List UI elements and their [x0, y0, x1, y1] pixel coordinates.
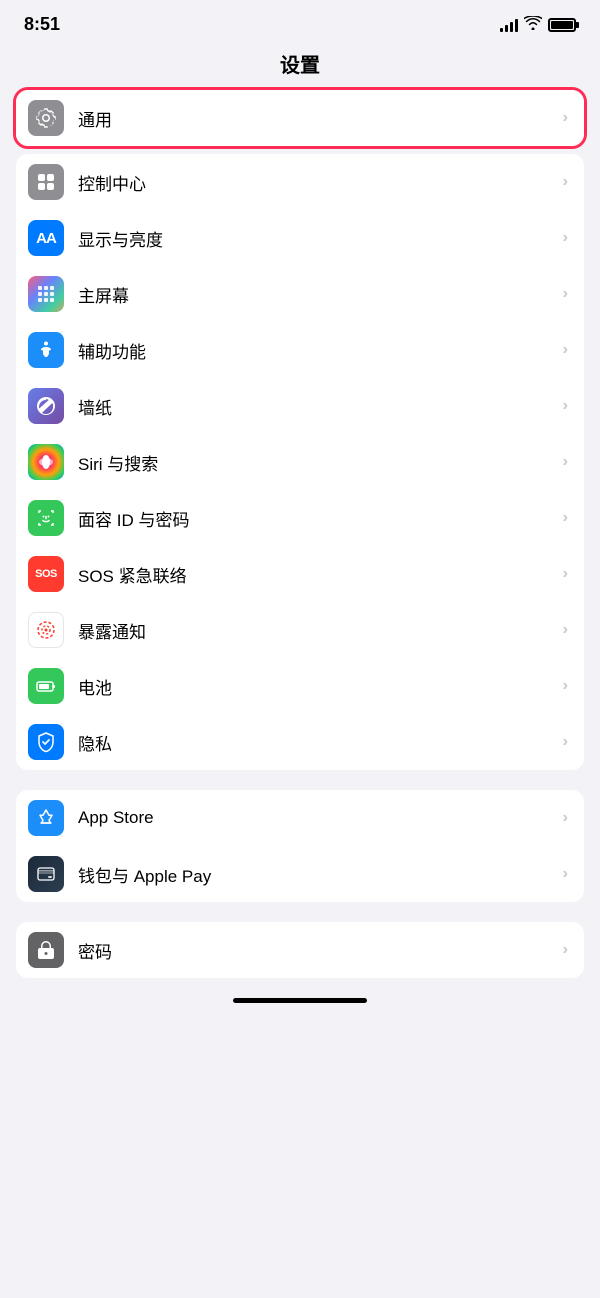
- settings-item-home-screen[interactable]: 主屏幕 ›: [16, 266, 584, 322]
- siri-label: Siri 与搜索: [78, 450, 557, 475]
- battery-icon: [548, 18, 576, 32]
- settings-item-accessibility[interactable]: 辅助功能 ›: [16, 322, 584, 378]
- status-time: 8:51: [24, 14, 60, 35]
- wifi-icon: [524, 16, 542, 33]
- privacy-chevron: ›: [563, 733, 568, 751]
- control-center-icon: [28, 164, 64, 200]
- siri-icon: [28, 444, 64, 480]
- app-store-chevron: ›: [563, 809, 568, 827]
- page-title: 设置: [0, 41, 600, 90]
- section-store: App Store › 钱包与 Apple Pay ›: [16, 790, 584, 902]
- settings-item-control-center[interactable]: 控制中心 ›: [16, 154, 584, 210]
- settings-item-battery[interactable]: 电池 ›: [16, 658, 584, 714]
- accessibility-label: 辅助功能: [78, 338, 557, 363]
- battery-chevron: ›: [563, 677, 568, 695]
- display-chevron: ›: [563, 229, 568, 247]
- sos-label: SOS 紧急联络: [78, 562, 557, 587]
- app-store-icon: [28, 800, 64, 836]
- section-general: 通用 ›: [16, 90, 584, 146]
- home-screen-chevron: ›: [563, 285, 568, 303]
- settings-section: 通用 ›: [16, 90, 584, 146]
- wallpaper-chevron: ›: [563, 397, 568, 415]
- settings-item-privacy[interactable]: 隐私 ›: [16, 714, 584, 770]
- home-screen-icon: [28, 276, 64, 312]
- settings-item-wallpaper[interactable]: 墙纸 ›: [16, 378, 584, 434]
- face-id-icon: [28, 500, 64, 536]
- general-chevron: ›: [563, 109, 568, 127]
- accessibility-icon: [28, 332, 64, 368]
- accessibility-chevron: ›: [563, 341, 568, 359]
- passwords-label: 密码: [78, 938, 557, 963]
- privacy-icon: [28, 724, 64, 760]
- settings-item-app-store[interactable]: App Store ›: [16, 790, 584, 846]
- app-store-label: App Store: [78, 808, 557, 828]
- settings-item-exposure[interactable]: 暴露通知 ›: [16, 602, 584, 658]
- status-bar: 8:51: [0, 0, 600, 41]
- settings-item-passwords[interactable]: 密码 ›: [16, 922, 584, 978]
- wallet-icon: [28, 856, 64, 892]
- status-icons: [500, 16, 576, 33]
- signal-icon: [500, 18, 518, 32]
- exposure-label: 暴露通知: [78, 618, 557, 643]
- face-id-chevron: ›: [563, 509, 568, 527]
- settings-item-face-id[interactable]: 面容 ID 与密码 ›: [16, 490, 584, 546]
- section-password: 密码 ›: [16, 922, 584, 978]
- battery-settings-icon: [28, 668, 64, 704]
- settings-item-general[interactable]: 通用 ›: [16, 90, 584, 146]
- sos-chevron: ›: [563, 565, 568, 583]
- control-center-chevron: ›: [563, 173, 568, 191]
- display-icon: AA: [28, 220, 64, 256]
- password-icon: [28, 932, 64, 968]
- home-indicator: [233, 998, 367, 1003]
- wallet-chevron: ›: [563, 865, 568, 883]
- settings-item-wallet[interactable]: 钱包与 Apple Pay ›: [16, 846, 584, 902]
- wallpaper-icon: [28, 388, 64, 424]
- battery-label: 电池: [78, 674, 557, 699]
- siri-chevron: ›: [563, 453, 568, 471]
- home-screen-label: 主屏幕: [78, 282, 557, 307]
- general-label: 通用: [78, 106, 557, 131]
- section-display: 控制中心 › AA 显示与亮度 › 主屏幕 ›: [16, 154, 584, 770]
- face-id-label: 面容 ID 与密码: [78, 506, 557, 531]
- settings-item-siri[interactable]: Siri 与搜索 ›: [16, 434, 584, 490]
- display-label: 显示与亮度: [78, 226, 557, 251]
- privacy-label: 隐私: [78, 730, 557, 755]
- passwords-chevron: ›: [563, 941, 568, 959]
- general-icon: [28, 100, 64, 136]
- control-center-label: 控制中心: [78, 170, 557, 195]
- settings-item-sos[interactable]: SOS SOS 紧急联络 ›: [16, 546, 584, 602]
- exposure-chevron: ›: [563, 621, 568, 639]
- exposure-icon: [28, 612, 64, 648]
- sos-icon: SOS: [28, 556, 64, 592]
- wallet-label: 钱包与 Apple Pay: [78, 862, 557, 887]
- wallpaper-label: 墙纸: [78, 394, 557, 419]
- settings-item-display[interactable]: AA 显示与亮度 ›: [16, 210, 584, 266]
